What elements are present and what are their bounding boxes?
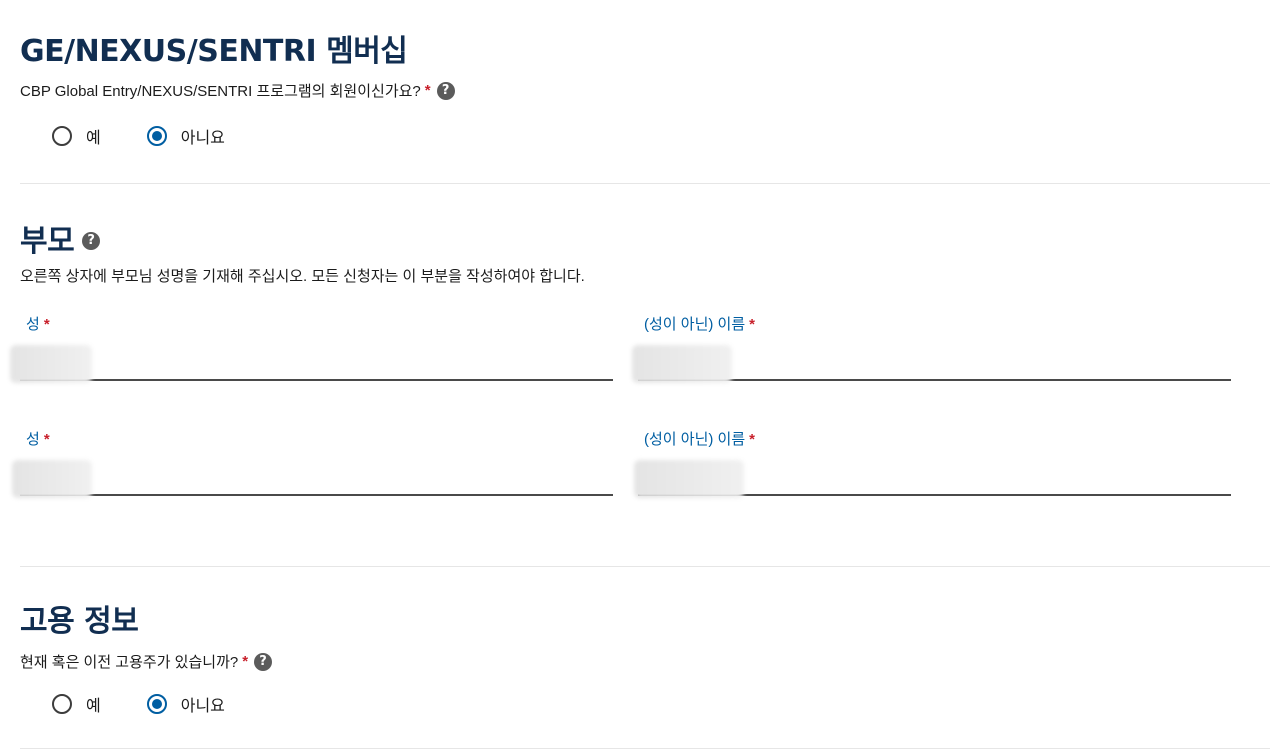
section-divider [20, 566, 1270, 567]
redacted-value [632, 345, 732, 383]
parent2-first-name-input[interactable] [634, 460, 1231, 498]
required-mark: * [424, 82, 431, 99]
required-mark: * [242, 653, 249, 670]
membership-title: GE/NEXUS/SENTRI 멤버십 [20, 34, 408, 69]
employment-question-row: 현재 혹은 이전 고용주가 있습니까? * ? [20, 651, 1270, 672]
radio-checked-icon[interactable] [146, 694, 167, 714]
section-divider [20, 748, 1270, 749]
parents-description-row: 오른쪽 상자에 부모님 성명을 기재해 주십시오. 모든 신청자는 이 부분을 … [20, 265, 1270, 286]
required-mark: * [43, 431, 50, 448]
radio-label: 아니요 [180, 698, 225, 715]
parent2-last-name-input[interactable] [12, 460, 613, 498]
membership-section: GE/NEXUS/SENTRI 멤버십 [20, 26, 1270, 70]
employment-question: 현재 혹은 이전 고용주가 있습니까? [20, 654, 239, 671]
employment-radio-yes[interactable]: 예 [52, 692, 101, 716]
parent1-first-name-input[interactable] [632, 345, 1231, 383]
parents-description: 오른쪽 상자에 부모님 성명을 기재해 주십시오. 모든 신청자는 이 부분을 … [20, 268, 585, 285]
membership-radio-group: 예 아니요 [20, 124, 1270, 148]
last-name-label: 성 [26, 431, 40, 448]
radio-checked-icon[interactable] [146, 126, 167, 146]
membership-question: CBP Global Entry/NEXUS/SENTRI 프로그램의 회원이신… [20, 83, 421, 100]
radio-label: 예 [86, 130, 101, 147]
required-mark: * [43, 316, 50, 333]
parent1-last-name-field: 성 * [10, 313, 613, 389]
required-mark: * [749, 316, 755, 333]
radio-label: 예 [86, 698, 101, 715]
last-name-label: 성 [26, 316, 40, 333]
first-name-label: (성이 아닌) 이름 [644, 316, 746, 333]
parents-section: 부모 ? [20, 216, 1270, 260]
required-mark: * [749, 431, 755, 448]
parent2-first-name-field: (성이 아닌) 이름 * [634, 428, 1231, 504]
employment-radio-group: 예 아니요 [20, 692, 1270, 716]
redacted-value [12, 460, 92, 498]
membership-radio-no[interactable]: 아니요 [146, 124, 225, 148]
section-divider [20, 183, 1270, 184]
redacted-value [634, 460, 744, 498]
help-icon[interactable]: ? [436, 81, 455, 100]
radio-circle-icon[interactable] [52, 126, 72, 146]
help-icon[interactable]: ? [82, 232, 101, 250]
radio-circle-icon[interactable] [52, 694, 72, 714]
membership-radio-yes[interactable]: 예 [52, 124, 101, 148]
redacted-value [10, 345, 92, 383]
employment-radio-no[interactable]: 아니요 [146, 692, 225, 716]
parents-title: 부모 [20, 224, 75, 259]
employment-title: 고용 정보 [20, 604, 139, 639]
membership-question-row: CBP Global Entry/NEXUS/SENTRI 프로그램의 회원이신… [20, 80, 1270, 101]
parent1-first-name-field: (성이 아닌) 이름 * [632, 313, 1231, 389]
parent1-last-name-input[interactable] [10, 345, 613, 383]
first-name-label: (성이 아닌) 이름 [644, 431, 746, 448]
radio-label: 아니요 [180, 130, 225, 147]
help-icon[interactable]: ? [254, 652, 273, 671]
employment-section: 고용 정보 [20, 596, 1270, 640]
parent2-last-name-field: 성 * [12, 428, 613, 504]
